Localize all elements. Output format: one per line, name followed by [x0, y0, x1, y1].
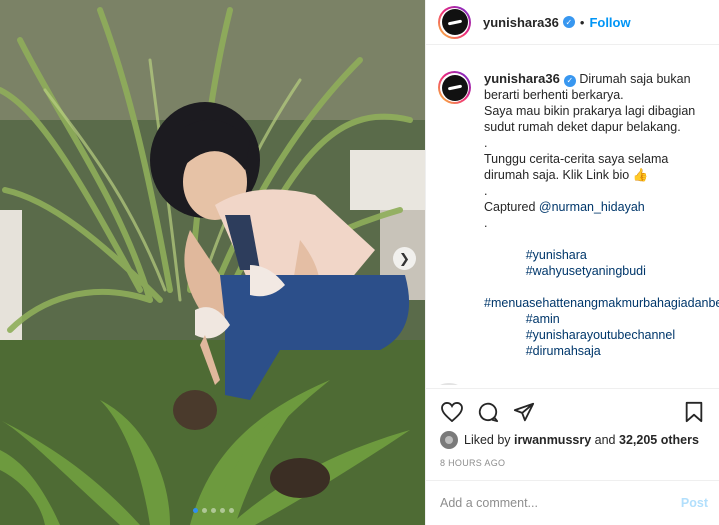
chevron-right-icon: ❯ [399, 250, 410, 266]
captured-label: Captured [484, 200, 539, 214]
hashtag-link[interactable]: danberuntung [688, 296, 719, 310]
comment-bubble-icon [478, 402, 499, 423]
caption-comment: yunishara36 ✓ Dirumah saja bukan berarti … [438, 71, 719, 385]
post-header: yunishara36 ✓ • Follow [426, 0, 719, 45]
liked-by-user[interactable]: irwanmussry [514, 433, 591, 447]
carousel-next-button[interactable]: ❯ [393, 247, 416, 270]
heart-icon [441, 402, 463, 422]
mention-link[interactable]: @nurman_hidayah [539, 200, 645, 214]
save-button[interactable] [682, 400, 706, 424]
share-button[interactable] [512, 400, 536, 424]
caption-dot: . [484, 136, 488, 150]
post-timestamp[interactable]: 8 HOURS AGO [440, 458, 706, 468]
bookmark-icon [685, 401, 703, 423]
likes-summary: Liked by irwanmussry and 32,205 others [440, 431, 706, 449]
hashtag-link[interactable]: #yunishara [526, 248, 587, 262]
post-comment-button[interactable]: Post [681, 496, 708, 510]
action-icons [440, 399, 706, 425]
avatar[interactable] [438, 5, 471, 39]
liked-by-and: and [594, 433, 616, 447]
comments-section[interactable]: yunishara36 ✓ Dirumah saja bukan berarti … [426, 55, 719, 385]
hashtag-link[interactable]: #dirumahsaja [526, 344, 601, 358]
hashtag-link[interactable]: #menuasehattenangmakmurbahagia [484, 296, 688, 310]
caption-dot: . [484, 216, 488, 230]
separator-dot: • [579, 14, 585, 30]
carousel-dot [202, 508, 207, 513]
next-comment-peek [438, 380, 698, 385]
carousel-dot [229, 508, 234, 513]
likes-count[interactable]: 32,205 others [619, 433, 699, 447]
hashtag-link[interactable]: #yunisharayoutubechannel [526, 328, 675, 342]
caption-text: Saya mau bikin prakarya lagi dibagian su… [484, 104, 699, 134]
add-comment-bar: Post [426, 480, 719, 525]
verified-badge-icon: ✓ [562, 16, 575, 28]
paper-plane-icon [513, 402, 535, 422]
header-username[interactable]: yunishara36 [483, 15, 559, 30]
comment-input[interactable] [440, 496, 681, 510]
post-sidebar: yunishara36 ✓ • Follow yunishara36 ✓ Diru… [425, 0, 719, 525]
caption-body: yunishara36 ✓ Dirumah saja bukan berarti … [484, 71, 719, 385]
carousel-indicator [193, 508, 234, 513]
hashtag-link[interactable]: #amin [526, 312, 560, 326]
hashtag-link[interactable]: #wahyusetyaningbudi [526, 264, 646, 278]
like-button[interactable] [440, 400, 464, 424]
carousel-dot [211, 508, 216, 513]
liked-by-prefix: Liked by [464, 433, 511, 447]
liker-avatar[interactable] [440, 431, 458, 449]
hashtags: #yunishara #wahyusetyaningbudi #menuaseh… [484, 231, 719, 375]
follow-button[interactable]: Follow [589, 15, 630, 30]
caption-username[interactable]: yunishara36 [484, 71, 560, 86]
caption-text: Tunggu cerita-cerita saya selama dirumah… [484, 152, 672, 182]
carousel-dot [220, 508, 225, 513]
caption-dot: . [484, 184, 488, 198]
post-photo[interactable]: ❯ [0, 0, 425, 525]
comment-button[interactable] [476, 400, 500, 424]
carousel-dot [193, 508, 198, 513]
instagram-post-modal: ❯ yunishara36 ✓ • Follow yunishara36 ✓ D… [0, 0, 719, 525]
photo-illustration [0, 0, 425, 525]
verified-badge-icon: ✓ [563, 75, 576, 87]
post-actions: Liked by irwanmussry and 32,205 others 8… [426, 388, 719, 468]
caption-avatar[interactable] [438, 71, 471, 104]
